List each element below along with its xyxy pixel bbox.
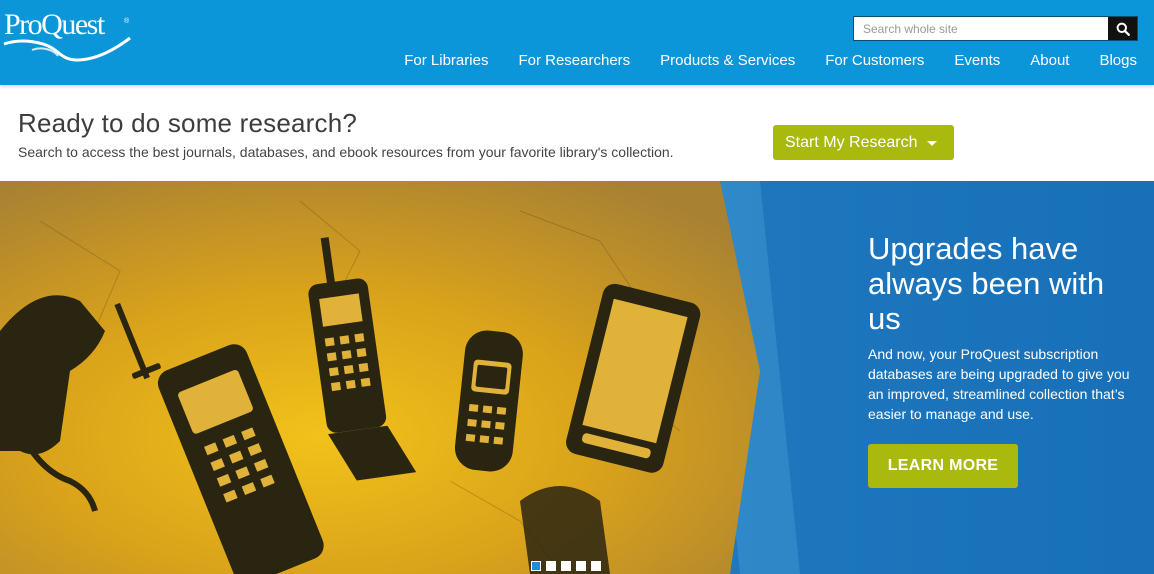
logo-swoosh-icon <box>3 36 131 62</box>
start-my-research-label: Start My Research <box>785 133 918 151</box>
learn-more-button[interactable]: LEARN MORE <box>868 444 1018 488</box>
search-icon <box>1116 22 1130 36</box>
nav-products-services[interactable]: Products & Services <box>660 52 795 69</box>
logo-trademark: ® <box>124 18 130 25</box>
caret-down-icon <box>927 141 938 146</box>
proquest-logo[interactable]: ProQuest ® <box>2 6 134 64</box>
hero-text: And now, your ProQuest subscription data… <box>868 346 1130 422</box>
hero-title: Upgrades have always been with us <box>868 231 1105 336</box>
search-button[interactable] <box>1108 17 1137 40</box>
start-my-research-button[interactable]: Start My Research <box>773 125 954 160</box>
nav-for-researchers[interactable]: For Researchers <box>518 52 630 69</box>
carousel-dot-2[interactable] <box>546 561 556 571</box>
hero-banner: Upgrades have always been with us And no… <box>0 181 1154 574</box>
research-subtitle: Search to access the best journals, data… <box>18 144 674 160</box>
site-header: ProQuest ® For Libraries For Researchers… <box>0 0 1154 85</box>
carousel-dot-4[interactable] <box>576 561 586 571</box>
carousel-dot-5[interactable] <box>591 561 601 571</box>
nav-for-libraries[interactable]: For Libraries <box>404 52 488 69</box>
main-nav: For Libraries For Researchers Products &… <box>404 52 1137 69</box>
nav-for-customers[interactable]: For Customers <box>825 52 924 69</box>
nav-events[interactable]: Events <box>954 52 1000 69</box>
site-search <box>853 16 1138 41</box>
carousel-dot-1[interactable] <box>531 561 541 571</box>
carousel-dot-3[interactable] <box>561 561 571 571</box>
nav-blogs[interactable]: Blogs <box>1099 52 1137 69</box>
carousel-indicators <box>531 561 606 571</box>
search-input[interactable] <box>854 17 1108 40</box>
hero-content: Upgrades have always been with us And no… <box>868 231 1138 488</box>
research-heading: Ready to do some research? <box>18 108 358 138</box>
nav-about[interactable]: About <box>1030 52 1069 69</box>
